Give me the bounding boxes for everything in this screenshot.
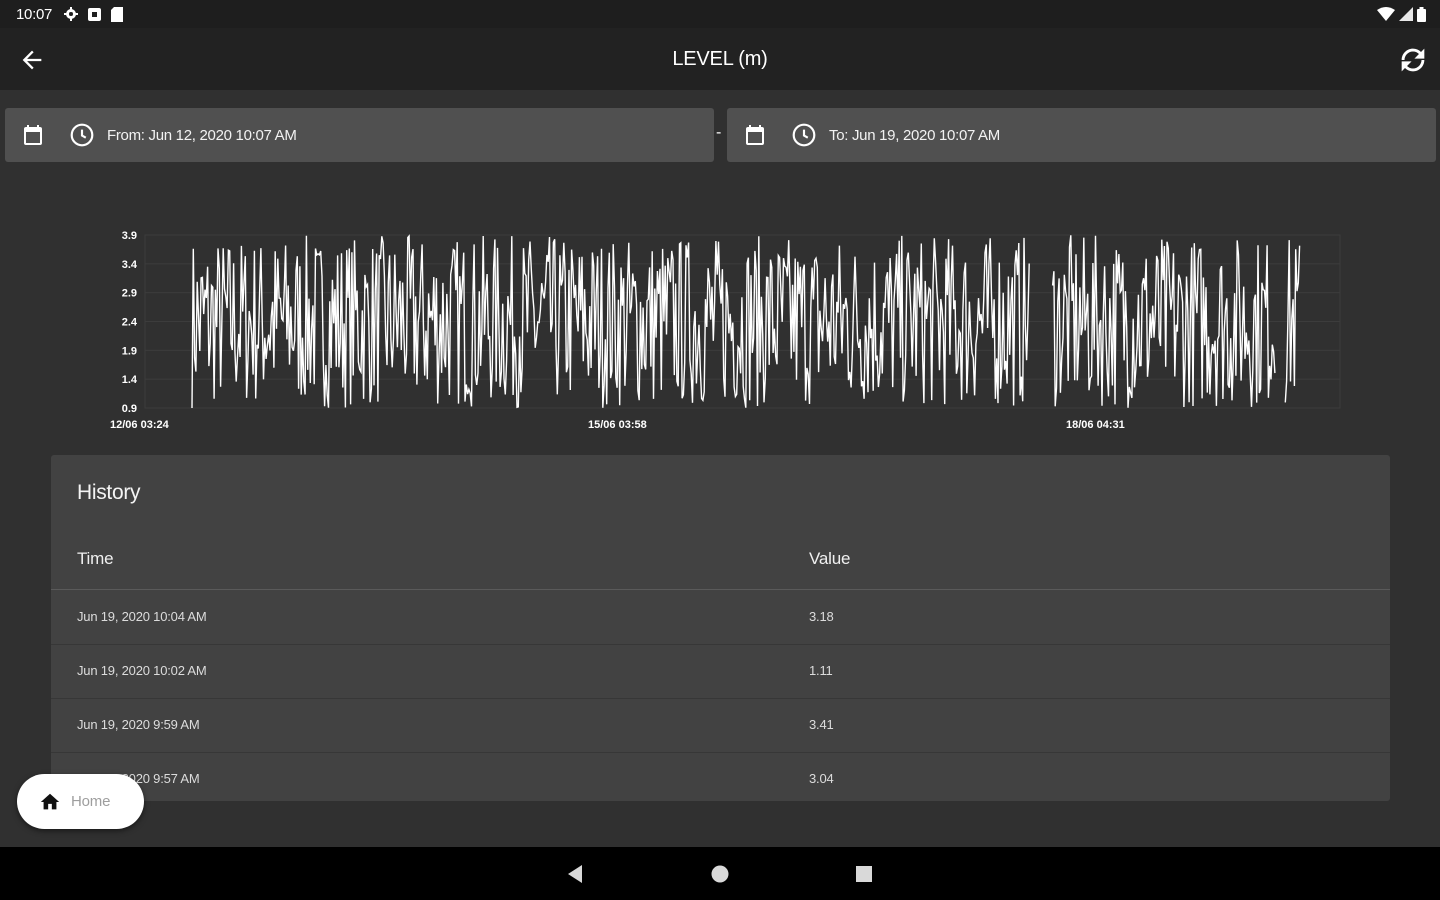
row-time: Jun 19, 2020 9:59 AM — [77, 717, 200, 732]
home-button[interactable]: Home — [17, 774, 144, 829]
row-value: 3.18 — [809, 609, 834, 624]
row-value: 3.41 — [809, 717, 834, 732]
status-notification-icons — [64, 6, 124, 22]
sim-icon — [88, 7, 102, 21]
y-tick-label: 3.4 — [122, 259, 138, 271]
y-tick-label: 1.9 — [122, 345, 137, 357]
sd-card-icon — [111, 6, 124, 22]
status-time: 10:07 — [16, 5, 53, 23]
calendar-icon — [746, 125, 764, 145]
calendar-icon — [24, 125, 42, 145]
recents-square-icon[interactable] — [851, 861, 877, 887]
column-header-time: Time — [77, 549, 114, 568]
table-row[interactable]: Jun 19, 2020 9:59 AM 3.41 — [51, 698, 1390, 753]
home-icon — [40, 793, 60, 809]
date-range-separator: - — [716, 124, 722, 141]
y-tick-label: 3.9 — [122, 230, 137, 242]
status-system-icons — [1377, 6, 1426, 22]
row-value: 1.11 — [809, 663, 833, 678]
level-chart-svg: 3.9 3.4 2.9 2.4 1.9 1.4 0.9 12/06 03:24 15/06 03… — [110, 230, 1341, 431]
to-date-text: To: Jun 19, 2020 10:07 AM — [829, 126, 1000, 144]
level-chart[interactable]: 3.9 3.4 2.9 2.4 1.9 1.4 0.9 12/06 03:24 15/06 03… — [100, 225, 1350, 440]
history-card: History Time Value Jun 19, 2020 10:04 AM… — [51, 455, 1390, 801]
from-date-text: From: Jun 12, 2020 10:07 AM — [107, 126, 297, 144]
y-tick-label: 0.9 — [122, 403, 137, 415]
system-nav-bar — [0, 847, 1440, 900]
column-header-value: Value — [809, 549, 851, 568]
table-row[interactable]: Jun 19, 2020 9:57 AM 3.04 — [51, 752, 1390, 801]
table-row[interactable]: Jun 19, 2020 10:02 AM 1.11 — [51, 644, 1390, 699]
back-arrow-icon[interactable] — [18, 46, 46, 74]
history-title: History — [77, 481, 141, 504]
x-tick-label: 15/06 03:58 — [588, 419, 647, 431]
table-row[interactable]: Jun 19, 2020 10:04 AM 3.18 — [51, 590, 1390, 645]
clock-icon — [70, 123, 94, 147]
from-date-field[interactable]: From: Jun 12, 2020 10:07 AM — [5, 108, 714, 162]
app-bar: LEVEL (m) — [0, 28, 1440, 90]
home-circle-icon[interactable] — [707, 861, 733, 887]
to-date-field[interactable]: To: Jun 19, 2020 10:07 AM — [727, 108, 1436, 162]
battery-icon — [1417, 6, 1426, 22]
status-bar: 10:07 — [0, 0, 1440, 28]
x-tick-label: 18/06 04:31 — [1066, 419, 1125, 431]
row-time: Jun 19, 2020 10:02 AM — [77, 663, 207, 678]
row-time: Jun 19, 2020 10:04 AM — [77, 609, 207, 624]
wifi-icon — [1377, 7, 1395, 21]
row-value: 3.04 — [809, 771, 834, 786]
page-title: LEVEL (m) — [672, 47, 768, 70]
back-triangle-icon[interactable] — [562, 861, 588, 887]
gear-icon — [64, 7, 79, 21]
x-tick-label: 12/06 03:24 — [110, 419, 170, 431]
clock-icon — [792, 123, 816, 147]
home-button-label: Home — [71, 793, 111, 810]
y-tick-label: 2.9 — [122, 288, 137, 300]
y-tick-label: 2.4 — [122, 317, 138, 329]
refresh-icon[interactable] — [1396, 43, 1430, 77]
signal-icon — [1399, 7, 1413, 21]
y-tick-label: 1.4 — [122, 374, 138, 386]
